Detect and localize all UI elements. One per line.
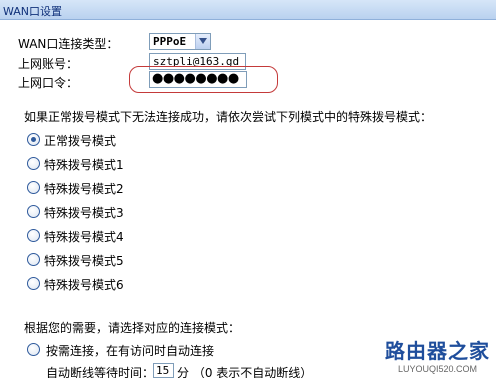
dial-mode-label: 特殊拨号模式6 (44, 278, 124, 292)
dial-mode-radio[interactable] (27, 277, 40, 290)
watermark-url: LUYOUQI520.COM (397, 364, 478, 374)
dial-mode-radio[interactable] (27, 133, 40, 146)
idle-wait-input[interactable]: 15 (153, 363, 174, 378)
connect-mode-prompt: 根据您的需要，请选择对应的连接模式： (24, 321, 241, 335)
highlight-oval (129, 66, 278, 93)
dial-mode-radio[interactable] (27, 253, 40, 266)
dial-mode-radio[interactable] (27, 181, 40, 194)
section-title-bar: WAN口设置 (0, 0, 496, 20)
watermark-text: 路由器之家 (385, 339, 490, 363)
section-title: WAN口设置 (3, 5, 63, 18)
connection-type-select[interactable]: PPPoE (149, 33, 211, 50)
idle-wait-unit: 分 （0 表示不自动断线） (177, 366, 313, 378)
dial-mode-label: 特殊拨号模式4 (44, 230, 124, 244)
watermark-logo: 路由器之家 LUYOUQI520.COM (385, 335, 490, 374)
dial-mode-label: 特殊拨号模式1 (44, 158, 124, 172)
connection-type-label: WAN口连接类型： (18, 37, 119, 51)
dial-mode-radio[interactable] (27, 205, 40, 218)
on-demand-label: 按需连接，在有访问时自动连接 (46, 344, 215, 358)
idle-wait-label: 自动断线等待时间： (46, 366, 155, 378)
dial-mode-radio[interactable] (27, 229, 40, 242)
dial-mode-radio[interactable] (27, 157, 40, 170)
dial-mode-label: 特殊拨号模式3 (44, 206, 124, 220)
password-label: 上网口令： (18, 76, 79, 90)
account-label: 上网账号： (18, 57, 79, 71)
dial-mode-label: 特殊拨号模式2 (44, 182, 124, 196)
dial-mode-prompt: 如果正常拨号模式下无法连接成功，请依次尝试下列模式中的特殊拨号模式： (24, 110, 433, 124)
on-demand-radio[interactable] (27, 343, 40, 356)
dial-mode-label: 特殊拨号模式5 (44, 254, 124, 268)
dial-mode-label: 正常拨号模式 (44, 134, 117, 148)
chevron-down-icon[interactable] (195, 34, 210, 49)
connection-type-value: PPPoE (153, 35, 187, 48)
